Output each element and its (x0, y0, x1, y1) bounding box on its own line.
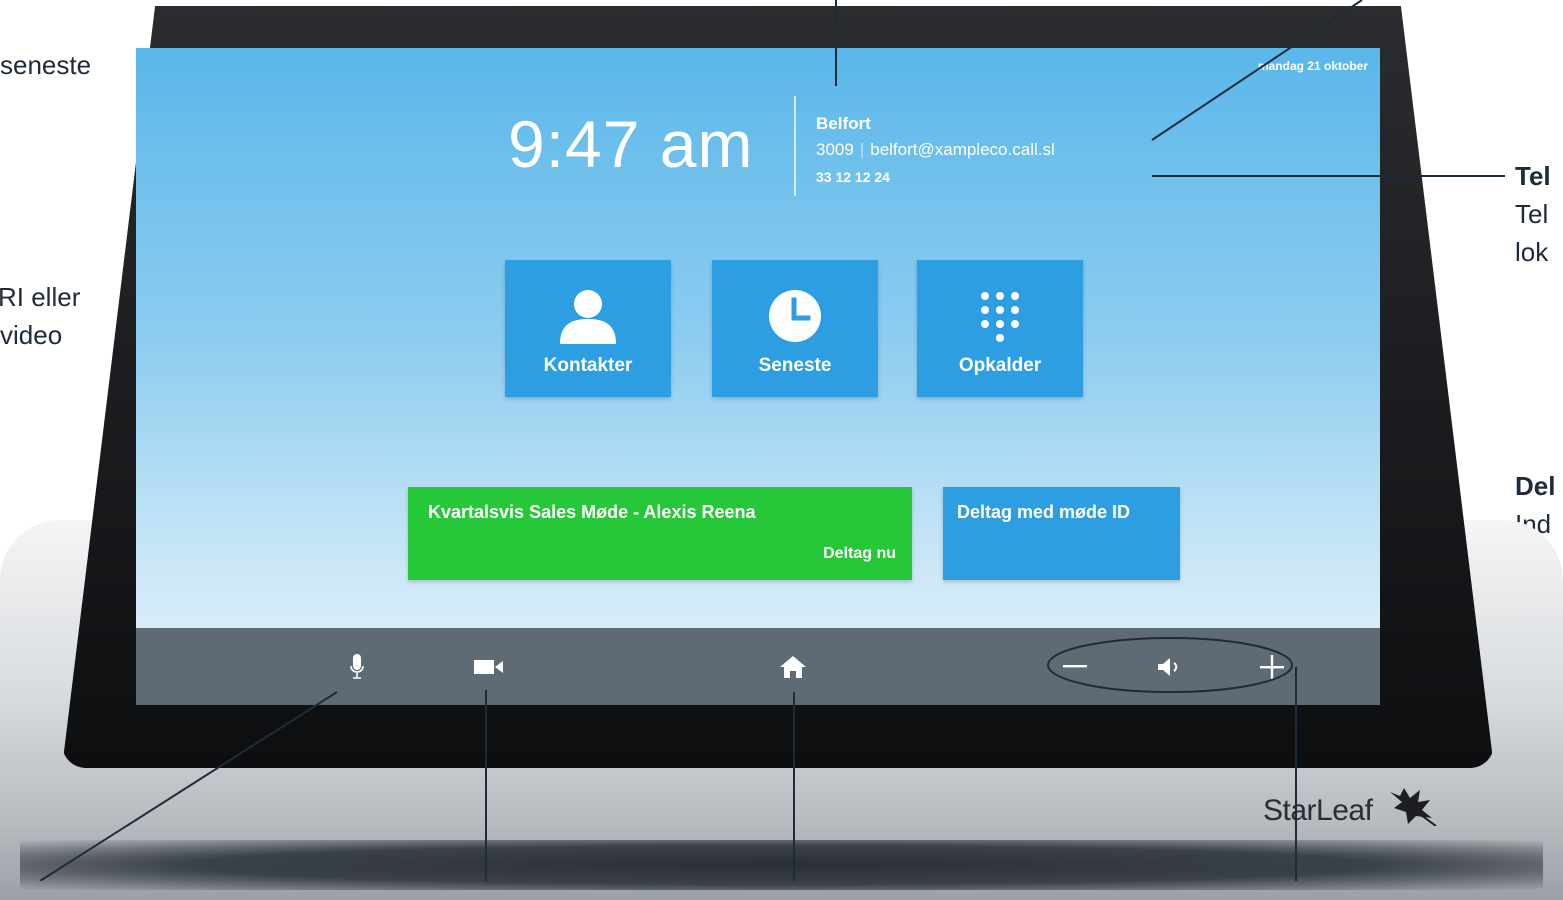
callout-lines (39, 0, 1505, 881)
